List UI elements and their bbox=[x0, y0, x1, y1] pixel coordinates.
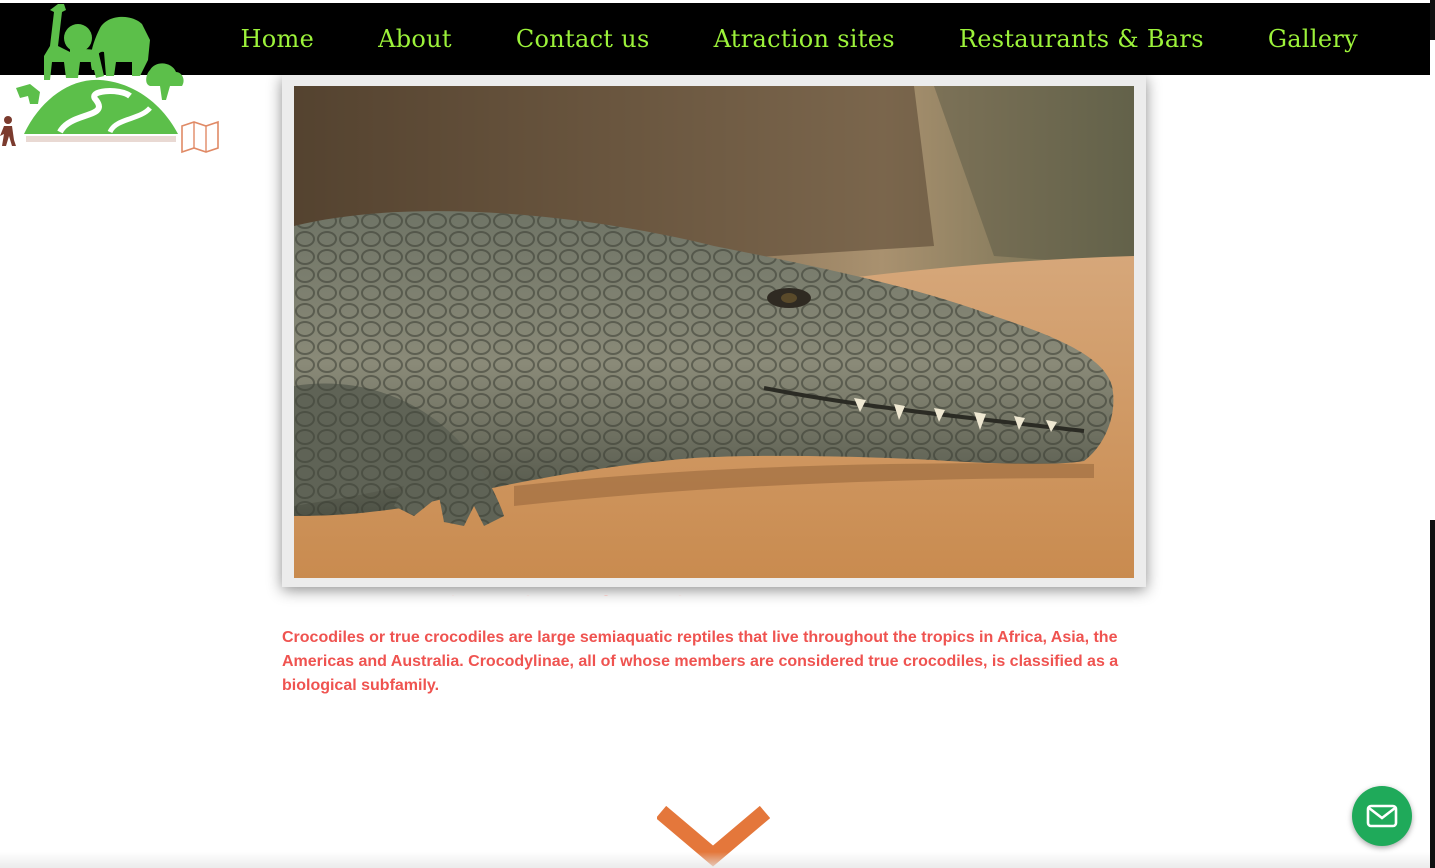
mail-icon bbox=[1366, 804, 1398, 828]
nav-gallery-link[interactable]: Gallery bbox=[1268, 25, 1358, 53]
nav-menu: Home About Contact us Atraction sites Re… bbox=[177, 3, 1358, 75]
mail-button[interactable] bbox=[1352, 786, 1412, 846]
crocodile-description: Crocodiles or true crocodiles are large … bbox=[282, 629, 1119, 694]
window-edge-gap bbox=[1430, 40, 1435, 520]
site-logo[interactable] bbox=[0, 0, 222, 156]
nav-home-link[interactable]: Home bbox=[241, 25, 315, 53]
crocodile-photo bbox=[294, 86, 1134, 578]
nav-attraction-sites-link[interactable]: Atraction sites bbox=[714, 25, 895, 53]
nav-restaurants-bars-link[interactable]: Restaurants & Bars bbox=[959, 25, 1204, 53]
nav-about-link[interactable]: About bbox=[378, 25, 452, 53]
caption-remnant bbox=[440, 588, 700, 596]
safari-animals-logo-icon bbox=[0, 4, 219, 154]
photo-frame bbox=[282, 75, 1146, 587]
nav-contact-link[interactable]: Contact us bbox=[516, 25, 650, 53]
bottom-shadow bbox=[0, 852, 1430, 868]
